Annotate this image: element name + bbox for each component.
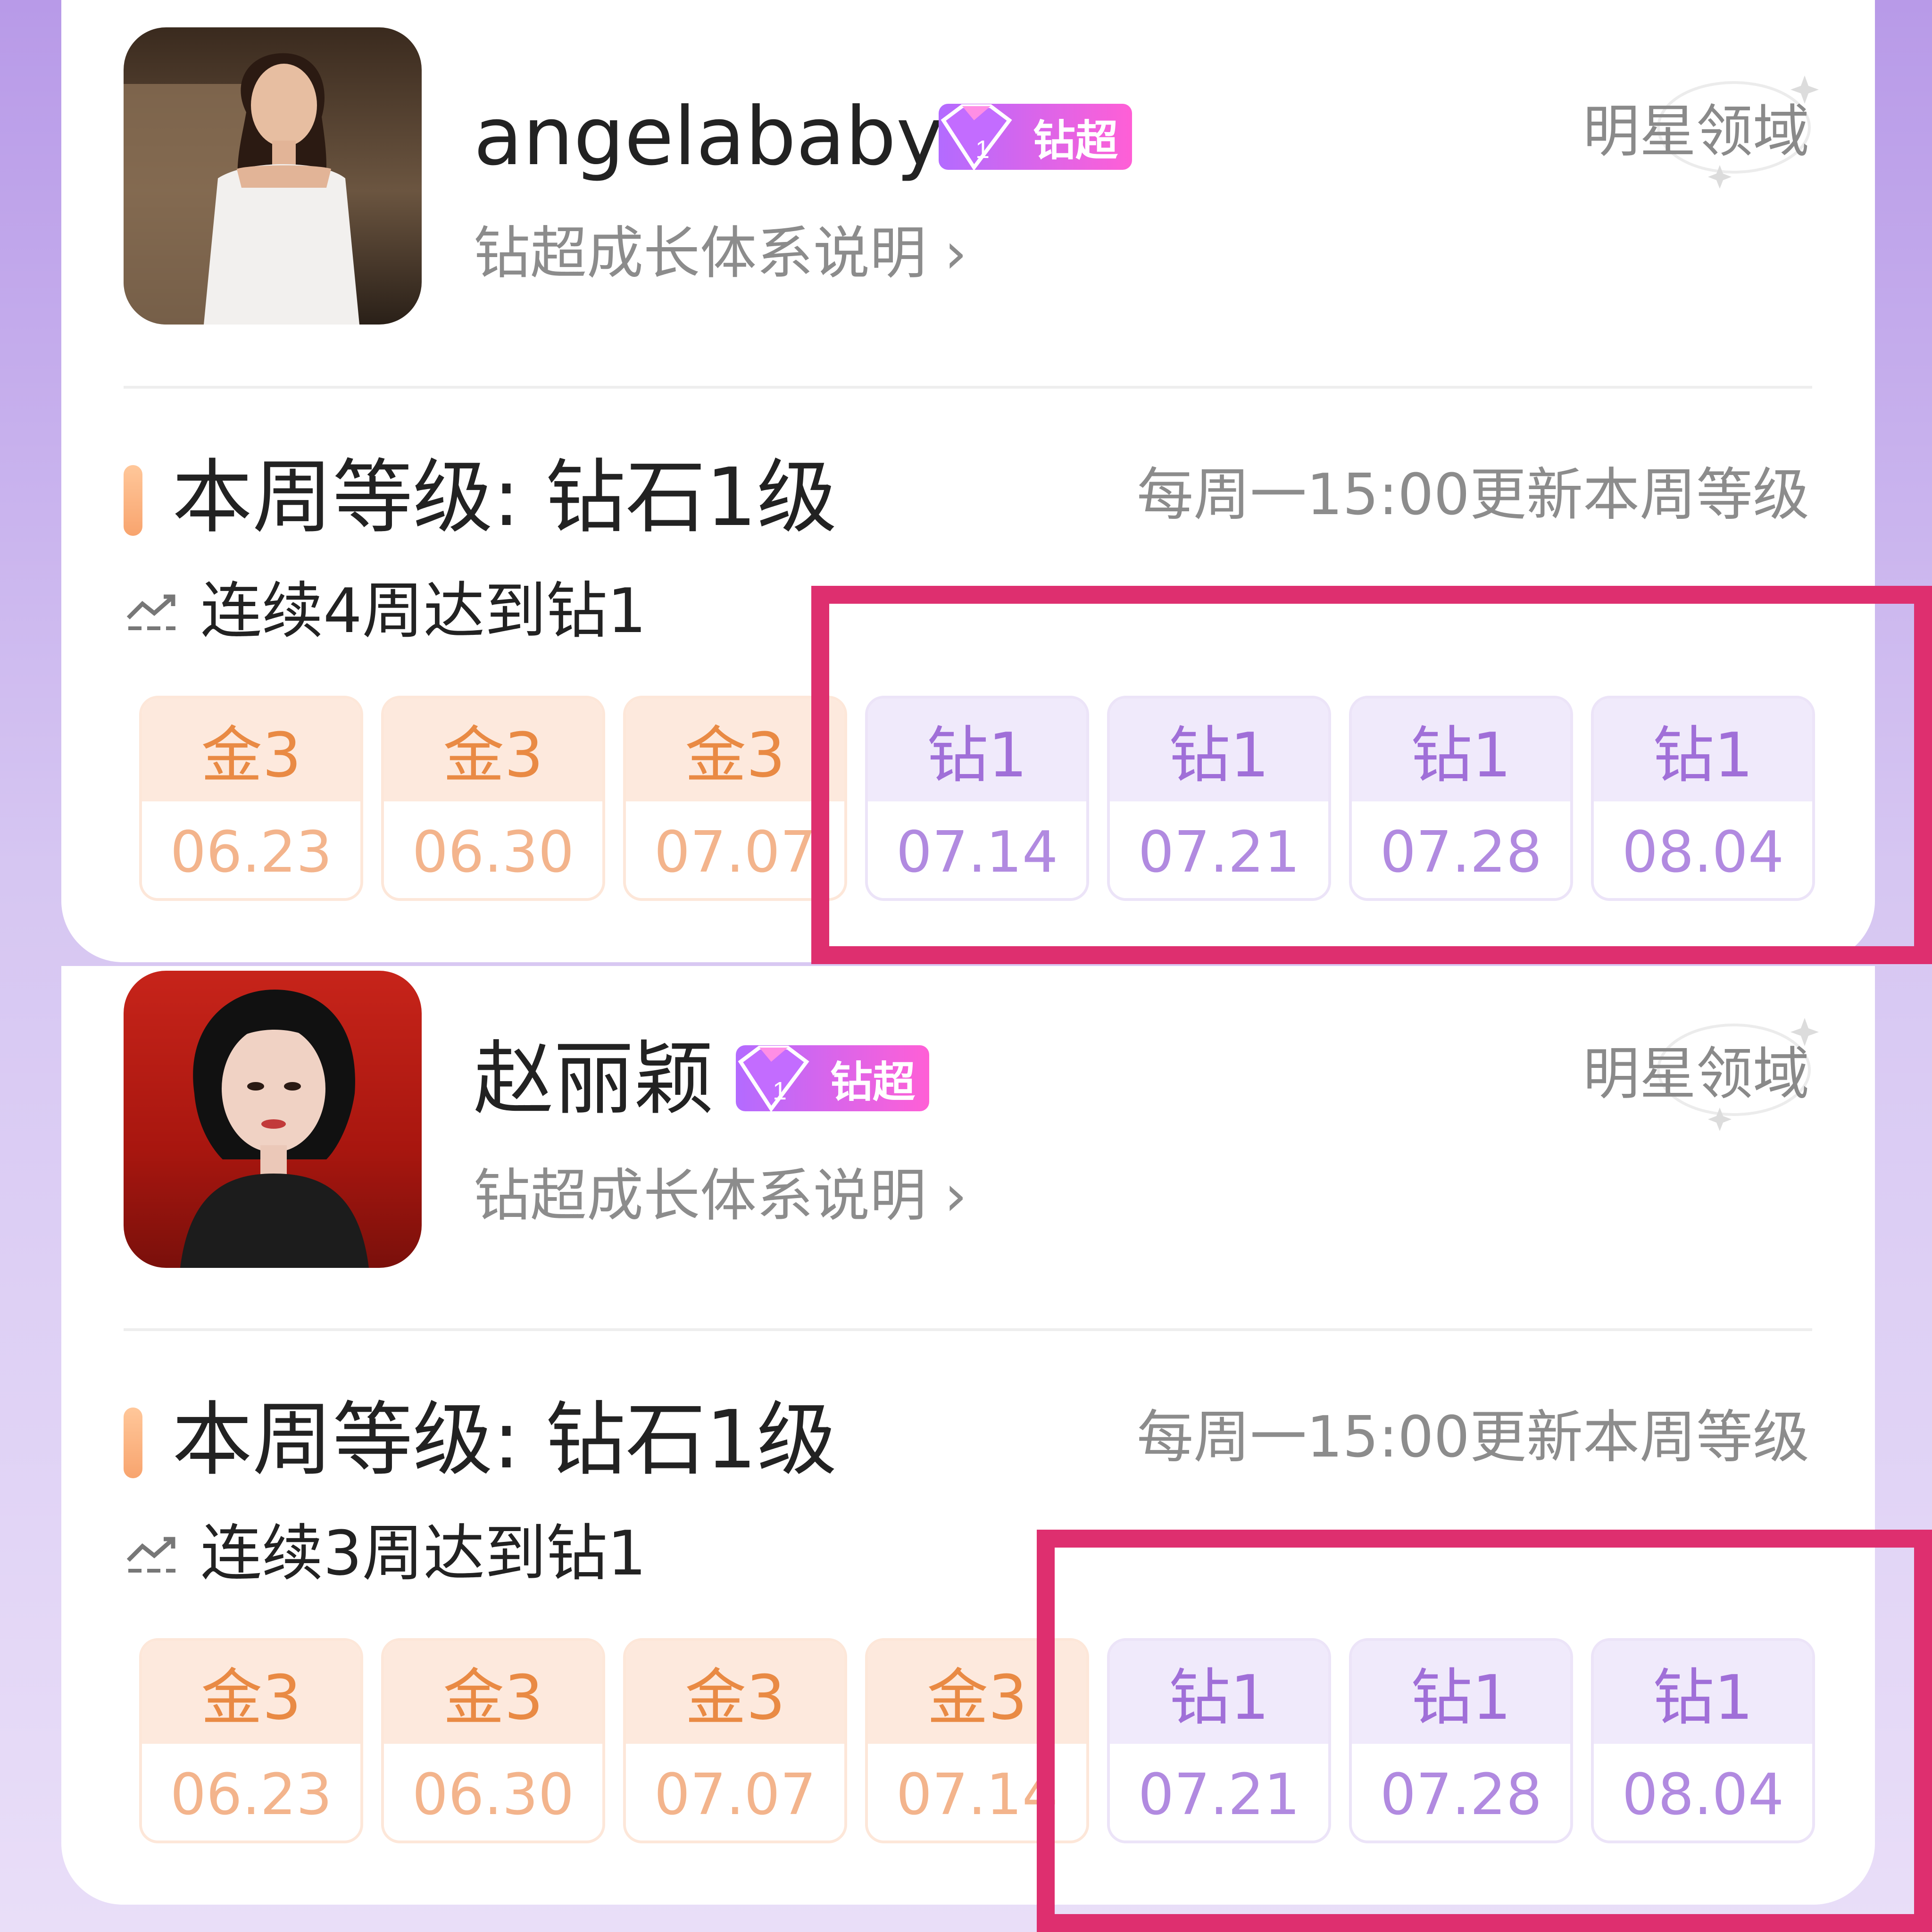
profile-panel-2: 赵丽颖 1 钻超 明星领域 钻超成长体系说明 › 本周等级: 钻石1级 每周一1… xyxy=(0,966,1932,1932)
week-tile: 钻1 07.28 xyxy=(1349,1638,1573,1843)
avatar-portrait xyxy=(124,53,359,325)
super-fan-badge[interactable]: 1 钻超 xyxy=(736,1045,929,1112)
diamond-gem-icon: 1 xyxy=(738,1046,809,1112)
super-fan-badge[interactable]: 1 钻超 xyxy=(939,104,1132,171)
week-level: 金3 xyxy=(626,699,844,801)
update-schedule-note: 每周一15:00更新本周等级 xyxy=(1137,462,1809,528)
week-level: 钻1 xyxy=(1352,699,1570,801)
week-tile: 钻1 08.04 xyxy=(1591,1638,1815,1843)
week-tile: 钻1 07.21 xyxy=(1107,1638,1331,1843)
svg-text:1: 1 xyxy=(975,135,990,164)
trend-up-icon xyxy=(126,1537,175,1573)
week-tile: 金3 07.14 xyxy=(865,1638,1089,1843)
week-date: 06.30 xyxy=(384,1744,602,1840)
week-date: 07.14 xyxy=(868,1744,1086,1840)
week-tile: 金3 06.30 xyxy=(381,1638,605,1843)
week-date: 07.07 xyxy=(626,1744,844,1840)
diamond-gem-icon: 1 xyxy=(941,104,1012,171)
week-level: 钻1 xyxy=(1352,1641,1570,1744)
week-tile: 金3 06.23 xyxy=(139,696,363,901)
weekly-level-title: 本周等级: 钻石1级 xyxy=(172,451,837,544)
user-name: 赵丽颖 xyxy=(474,1033,715,1126)
svg-text:1: 1 xyxy=(773,1077,787,1105)
week-level: 钻1 xyxy=(1594,1641,1812,1744)
weekly-history: 金3 06.23 金3 06.30 金3 07.07 钻1 07.14 钻1 07.21 … xyxy=(139,696,1815,901)
realm-label[interactable]: 明星领域 xyxy=(1583,1046,1809,1103)
week-date: 07.21 xyxy=(1110,1744,1328,1840)
divider xyxy=(124,1328,1812,1331)
user-name: angelababy xyxy=(474,90,944,183)
week-level: 金3 xyxy=(384,699,602,801)
week-date: 08.04 xyxy=(1594,801,1812,898)
week-tile: 金3 07.07 xyxy=(623,696,847,901)
streak-text: 连续4周达到钻1 xyxy=(200,575,647,647)
week-date: 07.21 xyxy=(1110,801,1328,898)
week-date: 06.23 xyxy=(142,801,360,898)
avatar-portrait xyxy=(180,990,369,1268)
growth-system-link[interactable]: 钻超成长体系说明 › xyxy=(474,225,967,282)
badge-label: 钻超 xyxy=(1033,116,1118,166)
week-tile: 金3 07.07 xyxy=(623,1638,847,1843)
week-date: 07.28 xyxy=(1352,1744,1570,1840)
update-schedule-note: 每周一15:00更新本周等级 xyxy=(1137,1405,1809,1470)
week-level: 金3 xyxy=(626,1641,844,1744)
growth-system-link[interactable]: 钻超成长体系说明 › xyxy=(474,1168,967,1224)
streak-text: 连续3周达到钻1 xyxy=(200,1517,647,1589)
badge-label: 钻超 xyxy=(830,1058,915,1107)
week-date: 07.28 xyxy=(1352,801,1570,898)
week-tile: 钻1 07.14 xyxy=(865,696,1089,901)
avatar[interactable] xyxy=(124,971,422,1268)
week-level: 钻1 xyxy=(1110,1641,1328,1744)
week-level: 钻1 xyxy=(868,699,1086,801)
week-level: 金3 xyxy=(142,1641,360,1744)
avatar[interactable] xyxy=(124,27,422,325)
week-tile: 钻1 07.28 xyxy=(1349,696,1573,901)
week-level: 钻1 xyxy=(1110,699,1328,801)
section-accent-bar xyxy=(124,1407,142,1478)
week-tile: 钻1 08.04 xyxy=(1591,696,1815,901)
divider xyxy=(124,386,1812,389)
week-date: 07.14 xyxy=(868,801,1086,898)
week-level: 金3 xyxy=(868,1641,1086,1744)
week-level: 钻1 xyxy=(1594,699,1812,801)
week-tile: 金3 06.30 xyxy=(381,696,605,901)
week-tile: 金3 06.23 xyxy=(139,1638,363,1843)
trend-up-icon xyxy=(126,594,175,630)
week-date: 06.30 xyxy=(384,801,602,898)
week-tile: 钻1 07.21 xyxy=(1107,696,1331,901)
week-level: 金3 xyxy=(384,1641,602,1744)
profile-panel-1: angelababy 1 钻超 明星领域 钻超成长体系说明 › 本周等级: 钻石… xyxy=(0,0,1932,966)
week-date: 06.23 xyxy=(142,1744,360,1840)
week-date: 07.07 xyxy=(626,801,844,898)
week-date: 08.04 xyxy=(1594,1744,1812,1840)
section-accent-bar xyxy=(124,465,142,536)
realm-label[interactable]: 明星领域 xyxy=(1583,104,1809,160)
weekly-level-title: 本周等级: 钻石1级 xyxy=(172,1393,837,1487)
week-level: 金3 xyxy=(142,699,360,801)
weekly-history: 金3 06.23 金3 06.30 金3 07.07 金3 07.14 钻1 07.21 … xyxy=(139,1638,1815,1843)
